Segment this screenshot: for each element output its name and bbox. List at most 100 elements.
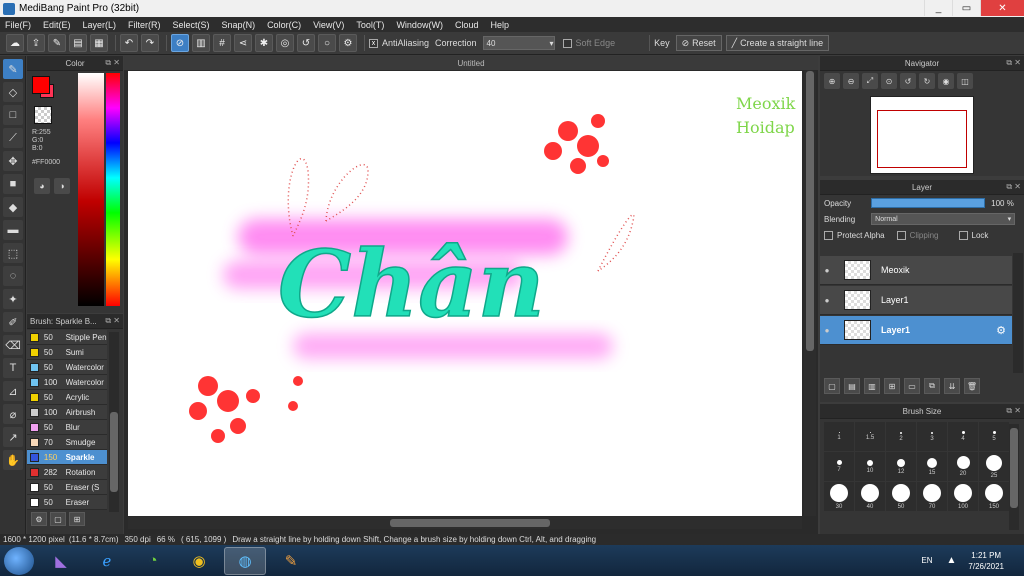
brush-size-option[interactable]: 1 [824, 422, 854, 451]
brush-item[interactable]: 50 Stipple Pen [27, 330, 107, 345]
menu-snap[interactable]: Snap(N) [222, 20, 256, 30]
menu-layer[interactable]: Layer(L) [83, 20, 117, 30]
burst-snap-icon[interactable]: ✱ [255, 34, 273, 52]
new-brush-icon[interactable]: ▢ [50, 512, 66, 526]
brush-size-option[interactable]: 15 [917, 452, 947, 481]
clipping-checkbox[interactable] [896, 230, 906, 240]
brush-size-option[interactable]: 40 [855, 482, 885, 511]
brush-size-option[interactable]: 3 [917, 422, 947, 451]
scrollbar-thumb[interactable] [806, 71, 814, 351]
flip-icon[interactable]: ◫ [957, 73, 973, 89]
menu-file[interactable]: File(F) [5, 20, 31, 30]
folder-icon[interactable]: ▭ [904, 378, 920, 394]
new-halftone-layer-icon[interactable]: ▤ [844, 378, 860, 394]
snap-settings-icon[interactable]: ⚙ [339, 34, 357, 52]
brush-size-option[interactable]: 10 [855, 452, 885, 481]
parallel-snap-icon[interactable]: ▥ [192, 34, 210, 52]
create-straight-line-button[interactable]: ╱ Create a straight line [725, 35, 830, 51]
menu-select[interactable]: Select(S) [173, 20, 210, 30]
brush-size-option[interactable]: 2 [886, 422, 916, 451]
brush-item[interactable]: 50 Sumi [27, 345, 107, 360]
eraser-tool-icon[interactable]: ◇ [3, 82, 23, 102]
eyedropper-tool-icon[interactable]: ⌀ [3, 404, 23, 424]
grid-snap-icon[interactable]: # [213, 34, 231, 52]
brush-size-option[interactable]: 1.5 [855, 422, 885, 451]
menu-cloud[interactable]: Cloud [455, 20, 479, 30]
radial-snap-icon[interactable]: ⋖ [234, 34, 252, 52]
share-icon[interactable]: ⇪ [27, 34, 45, 52]
text-tool-icon[interactable]: T [3, 358, 23, 378]
scrollbar-thumb[interactable] [1010, 428, 1018, 508]
brush-size-option[interactable]: 20 [948, 452, 978, 481]
brush-size-scrollbar[interactable] [1009, 424, 1019, 530]
panel-detach-icon[interactable]: ⧉ ✕ [1006, 58, 1021, 68]
fit-icon[interactable]: ⤢ [862, 73, 878, 89]
protect-alpha-checkbox[interactable] [824, 230, 833, 240]
cloud-icon[interactable]: ☁ [6, 34, 24, 52]
actual-size-icon[interactable]: ⊙ [881, 73, 897, 89]
maximize-button[interactable]: ▭ [952, 0, 980, 16]
undo-icon[interactable]: ↶ [120, 34, 138, 52]
lasso-tool-icon[interactable]: ◌ [3, 266, 23, 286]
brush-size-option[interactable]: 100 [948, 482, 978, 511]
gear-icon[interactable]: ⚙ [996, 324, 1006, 337]
panel-detach-icon[interactable]: ⧉ ✕ [105, 316, 120, 326]
saturation-value-slider[interactable] [78, 73, 104, 306]
drawing-canvas[interactable]: Chân Meoxik Hoidap [128, 71, 802, 516]
divide-tool-icon[interactable]: ⊿ [3, 381, 23, 401]
hand-tool-icon[interactable]: ✋ [3, 450, 23, 470]
snap-off-icon[interactable]: ⊘ [171, 34, 189, 52]
new-1bit-layer-icon[interactable]: ▥ [864, 378, 880, 394]
panel-detach-icon[interactable]: ⧉ ✕ [105, 58, 120, 68]
coccoc-browser-icon[interactable]: ◔ [132, 547, 174, 575]
scrollbar-thumb[interactable] [110, 412, 118, 492]
layer-list-scrollbar[interactable] [1013, 253, 1023, 373]
medibang-paint-icon[interactable]: ◍ [224, 546, 266, 575]
hue-slider[interactable] [106, 73, 120, 306]
menu-view[interactable]: View(V) [313, 20, 344, 30]
brush-size-option[interactable]: 5 [979, 422, 1009, 451]
view-frame[interactable] [877, 110, 967, 168]
menu-tool[interactable]: Tool(T) [356, 20, 384, 30]
brush-size-option[interactable]: 4 [948, 422, 978, 451]
menu-filter[interactable]: Filter(R) [128, 20, 161, 30]
menu-edit[interactable]: Edit(E) [43, 20, 71, 30]
brush-size-option[interactable]: 70 [917, 482, 947, 511]
canvas-vertical-scrollbar[interactable] [804, 71, 816, 516]
brush-size-option[interactable]: 12 [886, 452, 916, 481]
paint-icon[interactable]: ✎ [270, 547, 312, 575]
brush-size-option[interactable]: 50 [886, 482, 916, 511]
start-button[interactable] [4, 546, 34, 575]
panel-detach-icon[interactable]: ⧉ ✕ [1006, 182, 1021, 192]
add-brush-icon[interactable]: ⊞ [69, 512, 85, 526]
visual-studio-icon[interactable]: ◣ [40, 547, 82, 575]
palette-add-icon[interactable]: ◑ [54, 178, 70, 194]
brush-item-selected[interactable]: 150 Sparkle [27, 450, 107, 465]
brush-item[interactable]: 50 Eraser (S [27, 480, 107, 495]
brush-list-scrollbar[interactable] [109, 332, 119, 512]
chat-icon[interactable]: ▤ [69, 34, 87, 52]
foreground-color-swatch[interactable] [32, 76, 50, 94]
brush-tool-icon[interactable]: ✎ [3, 59, 23, 79]
select-eraser-tool-icon[interactable]: ⌫ [3, 335, 23, 355]
delete-layer-icon[interactable]: 🗑 [964, 378, 980, 394]
menu-window[interactable]: Window(W) [396, 20, 443, 30]
soft-edge-checkbox[interactable] [562, 38, 572, 48]
zoom-out-icon[interactable]: ⊖ [843, 73, 859, 89]
redo-icon[interactable]: ↷ [141, 34, 159, 52]
palette-icon[interactable]: ◕ [34, 178, 50, 194]
document-tab[interactable]: Untitled [124, 56, 818, 70]
reset-rotation-icon[interactable]: ◉ [938, 73, 954, 89]
opacity-slider[interactable] [871, 198, 986, 208]
canvas-horizontal-scrollbar[interactable] [128, 517, 802, 529]
input-language[interactable]: EN [921, 556, 932, 565]
lock-checkbox[interactable] [958, 230, 968, 240]
rotate-left-icon[interactable]: ↺ [900, 73, 916, 89]
circle-snap-icon[interactable]: ○ [318, 34, 336, 52]
layer-row-selected[interactable]: ● Layer1 ⚙ [820, 316, 1012, 345]
fill-rect-tool-icon[interactable]: ■ [3, 174, 23, 194]
close-button[interactable]: ✕ [980, 0, 1024, 16]
minimize-button[interactable]: _ [924, 0, 952, 16]
scrollbar-thumb[interactable] [390, 519, 550, 527]
visibility-icon[interactable]: ● [820, 296, 834, 305]
